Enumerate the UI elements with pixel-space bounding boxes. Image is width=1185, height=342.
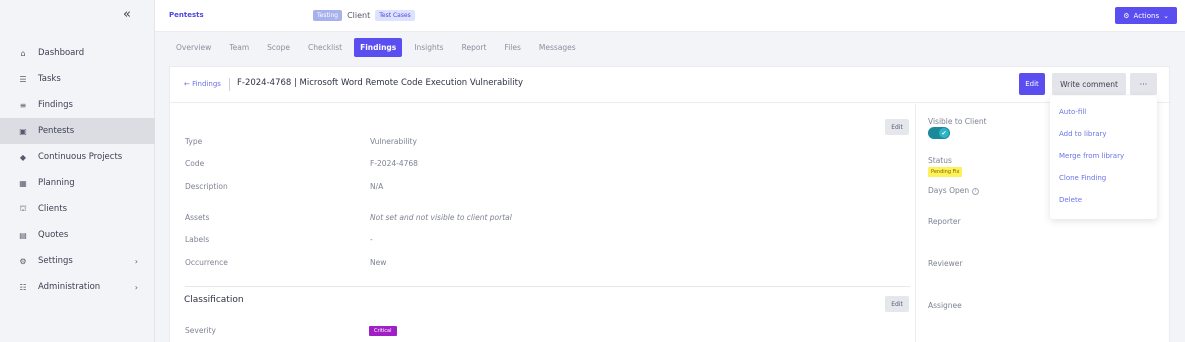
tab-messages[interactable]: Messages	[533, 38, 582, 57]
status-badge: Testing	[313, 10, 343, 21]
sidebar-item-tasks[interactable]: ☰ Tasks	[0, 66, 155, 92]
more-options-button[interactable]: ···	[1130, 73, 1157, 95]
finding-header: ← Findings F-2024-4768 | Microsoft Word …	[170, 67, 1171, 103]
sidebar-item-label: Pentests	[38, 126, 75, 136]
tab-findings[interactable]: Findings	[354, 38, 403, 57]
sidebar-item-planning[interactable]: ▦ Planning	[0, 170, 155, 196]
sidebar-item-pentests[interactable]: ▣ Pentests	[0, 118, 155, 144]
check-icon: ✔	[939, 128, 949, 138]
tasks-icon: ☰	[19, 74, 27, 84]
tab-scope[interactable]: Scope	[261, 38, 296, 57]
tab-checklist[interactable]: Checklist	[302, 38, 348, 57]
sidebar-item-clients[interactable]: ⛫ Clients	[0, 196, 155, 222]
edit-classification-button[interactable]: Edit	[885, 296, 909, 312]
project-badges: Testing Client Test Cases	[313, 10, 415, 21]
description-label: Description	[185, 182, 228, 191]
sidebar-item-continuous-projects[interactable]: ◆ Continuous Projects	[0, 144, 155, 170]
occurrence-label: Occurrence	[185, 258, 228, 267]
visible-to-client-label: Visible to Client	[928, 117, 987, 126]
tab-overview[interactable]: Overview	[170, 38, 217, 57]
labels-label: Labels	[185, 235, 210, 244]
tab-insights[interactable]: Insights	[408, 38, 449, 57]
code-value: F-2024-4768	[370, 159, 418, 168]
client-badge[interactable]: Test Cases	[375, 10, 415, 21]
sidebar-item-label: Planning	[38, 178, 75, 188]
actions-label: Actions	[1133, 11, 1160, 20]
days-open-label: Days Open i	[928, 186, 980, 195]
sidebar-item-label: Tasks	[38, 74, 61, 84]
assignee-label: Assignee	[928, 301, 962, 310]
sidebar-item-label: Findings	[38, 100, 73, 110]
finding-card: ← Findings F-2024-4768 | Microsoft Word …	[169, 66, 1171, 342]
sidebar-item-label: Settings	[38, 256, 73, 266]
sidebar-item-settings[interactable]: ⚙ Settings ›	[0, 248, 155, 274]
code-label: Code	[185, 159, 205, 168]
menu-item-auto-fill[interactable]: Auto-fill	[1059, 108, 1086, 116]
more-options-menu: Auto-fill Add to library Merge from libr…	[1050, 96, 1157, 219]
visible-to-client-toggle[interactable]: ✔	[928, 127, 950, 139]
edit-details-button[interactable]: Edit	[885, 119, 909, 135]
gear-icon: ⚙	[1123, 11, 1130, 20]
sidebar: « ⌂ Dashboard ☰ Tasks ≡ Findings ▣ Pente…	[0, 0, 155, 342]
type-label: Type	[185, 137, 203, 146]
collapse-sidebar-icon[interactable]: «	[123, 7, 131, 22]
sidebar-item-dashboard[interactable]: ⌂ Dashboard	[0, 40, 155, 66]
dashboard-icon: ⌂	[20, 48, 26, 58]
tab-team[interactable]: Team	[223, 38, 255, 57]
severity-badge: Critical	[369, 326, 397, 336]
occurrence-value: New	[370, 258, 387, 267]
top-bar: Pentests Testing Client Test Cases ⚙ Act…	[155, 0, 1185, 32]
classification-title: Classification	[184, 295, 244, 305]
sidebar-item-label: Administration	[38, 282, 101, 292]
menu-item-add-to-library[interactable]: Add to library	[1059, 130, 1107, 138]
actions-button[interactable]: ⚙ Actions ⌄	[1115, 7, 1177, 24]
assets-label: Assets	[185, 213, 210, 222]
chevron-down-icon: ⌄	[1163, 11, 1169, 20]
findings-icon: ≡	[19, 100, 27, 110]
sidebar-item-label: Clients	[38, 204, 68, 214]
panel-divider	[915, 104, 916, 342]
write-comment-button[interactable]: Write comment	[1052, 73, 1126, 95]
admin-icon: ☷	[19, 282, 27, 292]
tab-files[interactable]: Files	[498, 38, 526, 57]
calendar-icon: ▦	[19, 178, 27, 188]
days-open-text: Days Open	[928, 186, 970, 195]
info-icon[interactable]: i	[972, 187, 980, 195]
page-title: F-2024-4768 | Microsoft Word Remote Code…	[237, 78, 524, 88]
section-divider	[185, 286, 910, 287]
gear-icon: ⚙	[19, 256, 27, 266]
reporter-label: Reporter	[928, 217, 961, 226]
labels-value: -	[370, 235, 373, 244]
severity-label: Severity	[185, 326, 216, 335]
description-value: N/A	[370, 182, 384, 191]
clients-icon: ⛫	[19, 204, 27, 213]
assets-value: Not set and not visible to client portal	[370, 213, 512, 222]
sidebar-nav: ⌂ Dashboard ☰ Tasks ≡ Findings ▣ Pentest…	[0, 40, 155, 300]
chevron-right-icon: ›	[134, 256, 138, 266]
chevron-right-icon: ›	[134, 282, 138, 292]
menu-item-clone-finding[interactable]: Clone Finding	[1059, 174, 1106, 182]
tab-report[interactable]: Report	[456, 38, 493, 57]
project-tabs: Overview Team Scope Checklist Findings I…	[170, 38, 588, 57]
sidebar-item-administration[interactable]: ☷ Administration ›	[0, 274, 155, 300]
menu-item-merge-from-library[interactable]: Merge from library	[1059, 152, 1124, 160]
back-to-findings-link[interactable]: ← Findings	[184, 80, 221, 88]
sidebar-item-label: Continuous Projects	[38, 152, 123, 162]
client-label: Client	[347, 11, 371, 20]
menu-item-delete[interactable]: Delete	[1059, 196, 1082, 204]
sidebar-item-quotes[interactable]: ▤ Quotes	[0, 222, 155, 248]
breadcrumb-divider	[229, 78, 230, 91]
shield-icon: ◆	[19, 152, 27, 162]
status-label: Status	[928, 156, 952, 165]
edit-button[interactable]: Edit	[1019, 73, 1045, 95]
project-breadcrumb[interactable]: Pentests	[169, 11, 204, 19]
type-value: Vulnerability	[370, 137, 417, 146]
sidebar-item-label: Dashboard	[38, 48, 85, 58]
pentests-icon: ▣	[19, 126, 27, 136]
quotes-icon: ▤	[19, 230, 27, 240]
reviewer-label: Reviewer	[928, 259, 963, 268]
sidebar-item-findings[interactable]: ≡ Findings	[0, 92, 155, 118]
status-badge-pending[interactable]: Pending Fix	[928, 167, 963, 177]
sidebar-item-label: Quotes	[38, 230, 69, 240]
